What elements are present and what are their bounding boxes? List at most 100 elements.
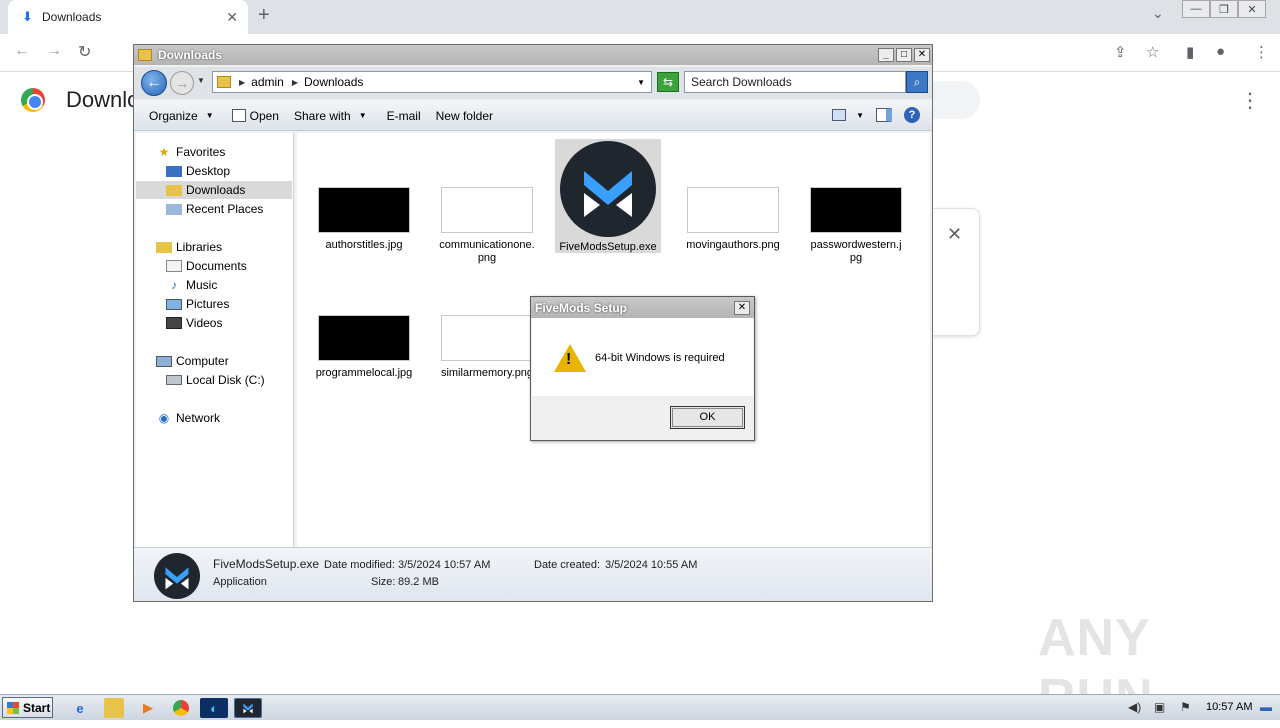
media-player-icon[interactable]: ▶ [134, 698, 162, 718]
nav-downloads[interactable]: Downloads [136, 181, 292, 199]
open-button[interactable]: Open [231, 109, 279, 123]
minimize-button[interactable]: — [1182, 0, 1210, 18]
address-dropdown-icon[interactable]: ▼ [637, 78, 645, 87]
show-desktop-icon[interactable]: ▬ [1260, 700, 1272, 714]
search-input[interactable]: Search Downloads [684, 71, 906, 93]
downloads-more-menu-icon[interactable]: ⋮ [1240, 88, 1260, 113]
new-tab-button[interactable]: + [258, 4, 270, 27]
preview-pane-icon[interactable] [876, 108, 892, 122]
file-name: authorstitles.jpg [325, 239, 403, 251]
new-folder-button[interactable]: New folder [436, 109, 493, 123]
tab-close-icon[interactable]: ✕ [226, 9, 238, 26]
file-item[interactable]: programmelocal.jpg [311, 315, 417, 380]
nav-network[interactable]: ◉ Network [156, 409, 220, 427]
download-remove-icon[interactable]: ✕ [947, 224, 962, 245]
nav-music[interactable]: ♪ Music [166, 276, 217, 294]
image-thumbnail [318, 187, 410, 233]
chrome-logo-icon [21, 88, 45, 112]
details-date-created-label: Date created: [534, 559, 601, 571]
file-name: FiveModsSetup.exe [559, 241, 657, 253]
back-button[interactable]: ← [141, 70, 167, 96]
file-item-selected[interactable]: FiveModsSetup.exe [555, 139, 661, 253]
bookmark-star-icon[interactable]: ☆ [1146, 43, 1159, 61]
tab-downloads[interactable]: ⬇ Downloads ✕ [8, 0, 248, 34]
edge-icon[interactable]: ◐ [200, 698, 228, 718]
details-size: 89.2 MB [398, 576, 439, 588]
nav-documents[interactable]: Documents [166, 257, 247, 275]
nav-local-disk[interactable]: Local Disk (C:) [166, 371, 265, 389]
nav-label: Local Disk (C:) [186, 373, 265, 387]
help-icon[interactable]: ? [904, 107, 920, 123]
file-name: communicationone.png [439, 239, 535, 264]
share-with-button[interactable]: Share with ▼ [294, 109, 367, 123]
breadcrumb-downloads[interactable]: Downloads [304, 75, 363, 89]
explorer-title: Downloads [158, 48, 223, 62]
close-button[interactable]: ✕ [914, 48, 930, 62]
organize-button[interactable]: Organize ▼ [149, 109, 214, 123]
file-item[interactable]: authorstitles.jpg [311, 187, 417, 252]
ok-button[interactable]: OK [670, 406, 745, 429]
back-arrow-icon[interactable]: ← [14, 42, 30, 60]
fivemods-taskbar-icon[interactable] [234, 698, 262, 718]
details-file-name: FiveModsSetup.exe [213, 557, 320, 571]
dialog-close-button[interactable]: ✕ [734, 300, 750, 315]
forward-arrow-icon[interactable]: → [46, 42, 62, 60]
internet-explorer-icon[interactable]: e [66, 698, 94, 718]
history-dropdown-icon[interactable]: ▼ [197, 76, 205, 85]
nav-recent-places[interactable]: Recent Places [166, 200, 263, 218]
file-item[interactable]: communicationone.png [434, 187, 540, 265]
profile-avatar-icon[interactable]: ● [1216, 43, 1225, 60]
reload-icon[interactable]: ↻ [78, 42, 91, 62]
explorer-titlebar[interactable]: Downloads _ □ ✕ [134, 45, 932, 65]
file-explorer-icon[interactable] [104, 698, 124, 718]
file-item[interactable]: passwordwestern.jpg [803, 187, 909, 265]
forward-button[interactable]: → [170, 71, 194, 95]
network-tray-icon[interactable]: ▣ [1154, 700, 1165, 714]
volume-icon[interactable]: ◀) [1128, 700, 1141, 714]
restore-button[interactable]: ❐ [1210, 0, 1238, 18]
chrome-menu-icon[interactable]: ⋮ [1254, 43, 1269, 61]
breadcrumb-arrow-icon[interactable]: ▶ [239, 78, 245, 87]
change-view-icon[interactable] [832, 109, 847, 121]
nav-favorites[interactable]: ★ Favorites [156, 143, 226, 161]
fivemods-logo-graphic [584, 171, 632, 217]
address-bar[interactable]: ▶ admin ▶ Downloads ▼ [212, 71, 652, 93]
start-button[interactable]: Start [2, 697, 53, 718]
drive-icon [166, 375, 182, 385]
close-button[interactable]: ✕ [1238, 0, 1266, 18]
details-date-modified-label: Date modified: [324, 559, 395, 571]
nav-label: Music [186, 278, 218, 292]
nav-libraries[interactable]: Libraries [156, 238, 222, 256]
file-item[interactable]: similarmemory.png [434, 315, 540, 380]
breadcrumb-arrow-icon[interactable]: ▶ [292, 78, 298, 87]
download-icon: ⬇ [22, 9, 33, 24]
folder-icon [138, 49, 152, 61]
view-dropdown-icon[interactable]: ▼ [856, 111, 864, 120]
refresh-button[interactable]: ⇆ [657, 72, 679, 92]
minimize-button[interactable]: _ [878, 48, 894, 62]
organize-label: Organize [149, 108, 198, 123]
file-item[interactable]: movingauthors.png [680, 187, 786, 252]
taskbar-clock[interactable]: 10:57 AM [1206, 701, 1252, 713]
breadcrumb-admin[interactable]: admin [251, 75, 284, 89]
nav-label: Network [176, 411, 221, 425]
tab-search-chevron-icon[interactable]: ⌄ [1152, 5, 1164, 22]
maximize-button[interactable]: □ [896, 48, 912, 62]
nav-computer[interactable]: Computer [156, 352, 229, 370]
warning-exclamation-icon: ! [566, 351, 572, 368]
action-center-flag-icon[interactable]: ⚑ [1180, 700, 1191, 714]
chrome-icon[interactable] [167, 698, 195, 718]
nav-pictures[interactable]: Pictures [166, 295, 229, 313]
file-name: similarmemory.png [440, 367, 534, 379]
share-icon[interactable]: ⇪ [1114, 43, 1127, 61]
nav-label: Computer [176, 354, 229, 368]
nav-desktop[interactable]: Desktop [166, 162, 230, 180]
email-button[interactable]: E-mail [387, 109, 421, 123]
side-panel-icon[interactable]: ▮ [1186, 43, 1194, 61]
computer-icon [156, 355, 172, 367]
search-icon[interactable]: ⌕ [906, 71, 928, 93]
image-thumbnail [687, 187, 779, 233]
details-pane: FiveModsSetup.exe Application Date modif… [134, 547, 932, 601]
nav-videos[interactable]: Videos [166, 314, 222, 332]
dialog-titlebar[interactable]: FiveMods Setup ✕ [531, 297, 754, 318]
